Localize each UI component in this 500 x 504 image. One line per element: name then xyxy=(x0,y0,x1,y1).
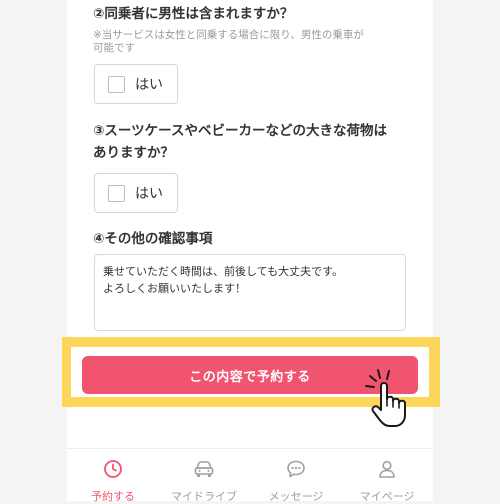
tab-label: マイページ xyxy=(359,490,415,503)
tab-reserve[interactable]: 予約する xyxy=(67,459,159,504)
tab-my-page[interactable]: マイページ xyxy=(341,459,433,504)
tab-messages[interactable]: メッセージ xyxy=(250,459,342,504)
submit-button-label: この内容で予約する xyxy=(189,369,311,385)
bottom-tab-bar: 予約する マイドライブ メッセージ マイページ xyxy=(67,448,433,504)
checkbox-square-icon xyxy=(108,184,125,202)
question-3-yes-checkbox[interactable]: はい xyxy=(94,173,178,213)
chat-bubble-icon xyxy=(287,460,305,478)
tab-label: メッセージ xyxy=(268,490,324,503)
checkbox-label: はい xyxy=(135,186,163,202)
question-3-title: ③スーツケースやベビーカーなどの大きな荷物は ありますか？ xyxy=(93,123,387,161)
tab-label: マイドライブ xyxy=(171,490,237,503)
question-4-title: ④その他の確認事項 xyxy=(93,231,213,247)
question-2-yes-checkbox[interactable]: はい xyxy=(94,64,178,104)
car-icon xyxy=(194,461,214,477)
tapping-hand-icon xyxy=(365,369,406,427)
question-2-note: ※当サービスは女性と同乗する場合に限り、男性の乗車が 可能です xyxy=(93,29,364,54)
tab-label: 予約する xyxy=(91,490,135,503)
clock-icon xyxy=(104,460,122,478)
question-2-title: ②同乗者に男性は含まれますか？ xyxy=(93,6,294,22)
checkbox-square-icon xyxy=(108,75,125,93)
checkbox-label: はい xyxy=(135,77,163,93)
person-icon xyxy=(379,460,395,478)
tab-my-drive[interactable]: マイドライブ xyxy=(158,459,250,504)
other-notes-textarea[interactable]: 乗せていただく時間は、前後しても大丈夫です。 よろしくお願いいたします！ xyxy=(94,254,406,331)
